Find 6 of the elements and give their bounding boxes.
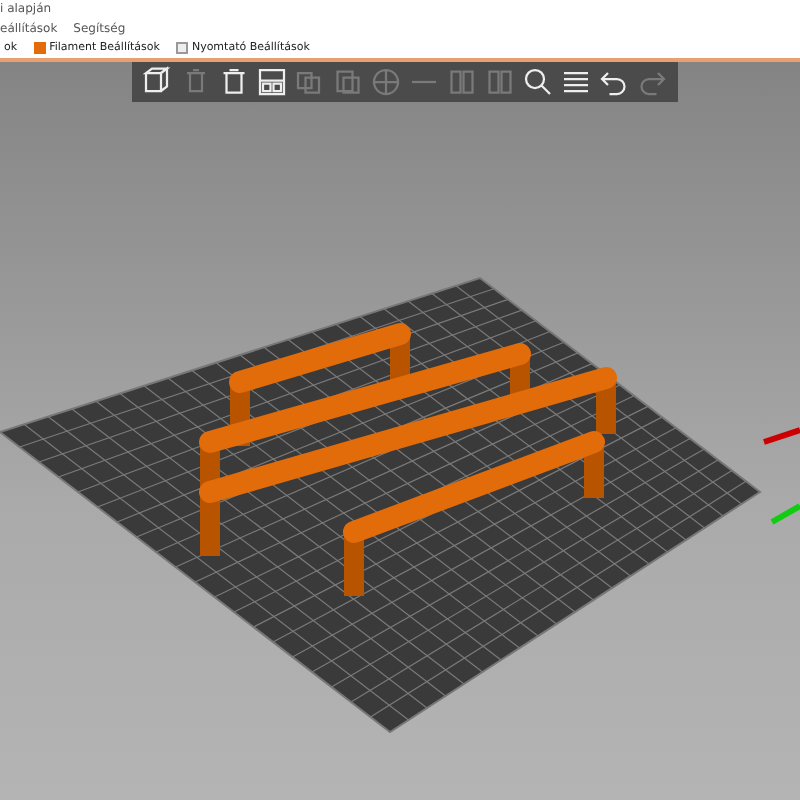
spool-icon [33, 42, 46, 54]
axis-line [770, 503, 800, 525]
axis-line [763, 427, 800, 445]
search-icon[interactable] [520, 64, 556, 100]
arrange-icon[interactable] [254, 64, 290, 100]
printer-icon [175, 42, 188, 54]
